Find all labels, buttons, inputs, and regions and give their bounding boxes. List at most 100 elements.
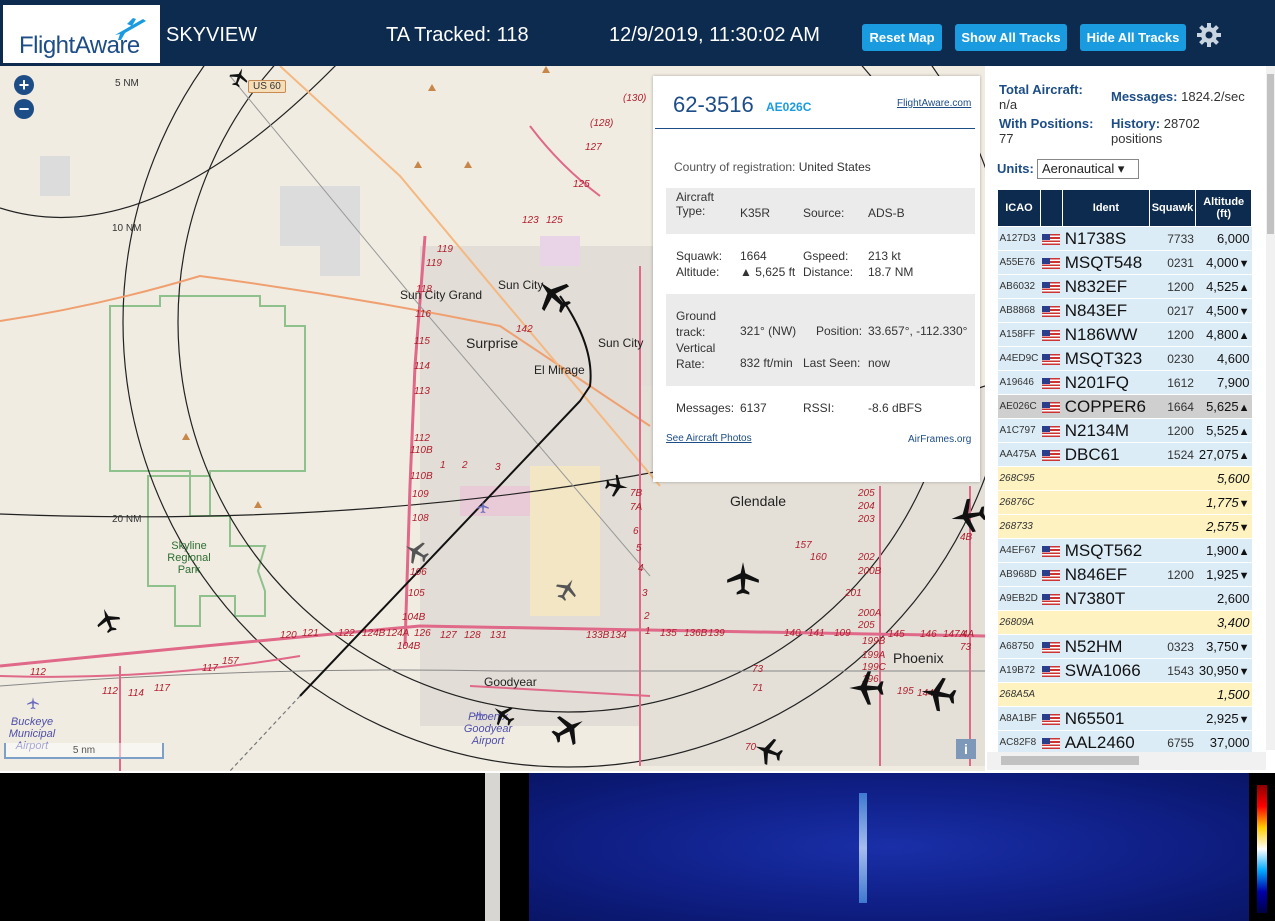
aircraft-icon[interactable] xyxy=(846,668,886,708)
table-row[interactable]: AC82F8 AAL2460 6755 37,000 xyxy=(997,730,1252,755)
table-row[interactable]: A55E76 MSQT548 0231 4,000▼ xyxy=(997,250,1252,275)
route-num: 5 xyxy=(636,543,642,554)
distance-value: 18.7 NM xyxy=(868,265,914,279)
cell-flag xyxy=(1040,394,1063,419)
table-row[interactable]: A1C797 N2134M 1200 5,525▲ xyxy=(997,418,1252,443)
cell-icao: A127D3 xyxy=(997,226,1041,251)
table-row[interactable]: 268733 2,575▼ xyxy=(997,514,1252,539)
table-row[interactable]: A158FF N186WW 1200 4,800▲ xyxy=(997,322,1252,347)
table-row[interactable]: A8A1BF N65501 2,925▼ xyxy=(997,706,1252,731)
aircraft-icon[interactable] xyxy=(228,66,250,88)
aircraft-icon-selected[interactable] xyxy=(532,274,574,316)
aircraft-icon[interactable] xyxy=(490,702,516,728)
altitude-trend-icon: ▲ xyxy=(1238,450,1250,462)
table-row[interactable]: A68750 N52HM 0323 3,750▼ xyxy=(997,634,1252,659)
col-squawk[interactable]: Squawk xyxy=(1148,189,1197,227)
flightaware-logo[interactable]: FlightAware xyxy=(3,5,160,63)
route-num: 112 xyxy=(30,667,46,678)
cell-icao: AA475A xyxy=(997,442,1041,467)
route-num: 141 xyxy=(808,628,825,639)
us-flag-icon xyxy=(1042,330,1061,342)
route-num: 1 xyxy=(440,460,446,471)
col-altitude[interactable]: Altitude (ft) xyxy=(1195,189,1252,227)
show-all-tracks-button[interactable]: Show All Tracks xyxy=(955,24,1067,51)
table-row[interactable]: A4ED9C MSQT323 0230 4,600 xyxy=(997,346,1252,371)
cell-altitude: 6,000 xyxy=(1195,226,1252,251)
airframes-link[interactable]: AirFrames.org xyxy=(908,434,971,445)
route-num: 104B xyxy=(402,612,426,623)
aircraft-icon[interactable] xyxy=(94,606,122,634)
aircraft-photos-link[interactable]: See Aircraft Photos xyxy=(666,433,752,444)
table-row[interactable]: A9EB2D N7380T 2,600 xyxy=(997,586,1252,611)
aircraft-icon[interactable] xyxy=(752,735,784,767)
units-select[interactable]: Aeronautical ▾ xyxy=(1037,159,1139,179)
popup-icao: AE026C xyxy=(766,100,812,114)
cell-squawk xyxy=(1149,610,1196,635)
cell-flag xyxy=(1040,514,1063,539)
horizontal-scroll-thumb[interactable] xyxy=(1001,756,1139,765)
route-num: 3 xyxy=(642,588,648,599)
vrate-label: Vertical Rate: xyxy=(676,341,716,371)
altitude-trend-icon: ▲ xyxy=(1238,330,1250,342)
rssi-value: -8.6 dBFS xyxy=(868,401,923,415)
col-icao[interactable]: ICAO xyxy=(997,189,1041,227)
table-row[interactable]: A4EF67 MSQT562 1,900▲ xyxy=(997,538,1252,563)
table-row[interactable]: 26809A 3,400 xyxy=(997,610,1252,635)
table-row[interactable]: AB6032 N832EF 1200 4,525▲ xyxy=(997,274,1252,299)
source-label: Source: xyxy=(803,206,845,220)
cell-ident: N201FQ xyxy=(1062,370,1150,395)
aircraft-icon[interactable] xyxy=(918,674,958,714)
table-row[interactable]: A19B72 SWA1066 1543 30,950▼ xyxy=(997,658,1252,683)
col-flag[interactable] xyxy=(1039,189,1064,227)
gear-icon[interactable] xyxy=(1196,22,1222,48)
aircraft-icon[interactable] xyxy=(554,576,580,602)
table-row[interactable]: 26876C 1,775▼ xyxy=(997,490,1252,515)
aircraft-icon[interactable] xyxy=(550,710,588,748)
aircraft-icon[interactable] xyxy=(604,473,630,499)
cell-ident xyxy=(1062,490,1150,515)
aircraft-icon[interactable] xyxy=(724,559,762,597)
cell-squawk xyxy=(1149,514,1196,539)
reset-map-button[interactable]: Reset Map xyxy=(862,24,942,51)
route-num: 140 xyxy=(784,628,801,639)
table-row[interactable]: AB968D N846EF 1200 1,925▼ xyxy=(997,562,1252,587)
route-num: 128 xyxy=(464,630,481,641)
cell-icao: A158FF xyxy=(997,322,1041,347)
cell-flag xyxy=(1040,586,1063,611)
zoom-out-button[interactable]: − xyxy=(14,99,34,119)
altitude-trend-icon: ▼ xyxy=(1238,570,1250,582)
aircraft-icon[interactable] xyxy=(948,496,985,536)
cell-ident: N186WW xyxy=(1062,322,1150,347)
altitude-value: 2,600 xyxy=(1216,591,1250,606)
route-num: 7B xyxy=(630,488,643,499)
table-row[interactable]: AE026C COPPER6 1664 5,625▲ xyxy=(997,394,1252,419)
altitude-value: 4,600 xyxy=(1216,351,1250,366)
us-flag-icon xyxy=(1042,234,1061,246)
city-glendale: Glendale xyxy=(730,493,787,509)
squawk-label: Squawk: xyxy=(676,249,723,263)
cell-flag xyxy=(1040,538,1063,563)
hide-all-tracks-button[interactable]: Hide All Tracks xyxy=(1080,24,1186,51)
cell-icao: A4EF67 xyxy=(997,538,1041,563)
vertical-scroll-thumb[interactable] xyxy=(1267,74,1274,234)
table-row[interactable]: A19646 N201FQ 1612 7,900 xyxy=(997,370,1252,395)
table-row[interactable]: 268C95 5,600 xyxy=(997,466,1252,491)
flightaware-link[interactable]: FlightAware.com xyxy=(897,98,971,109)
table-row[interactable]: AA475A DBC61 1524 27,075▲ xyxy=(997,442,1252,467)
cell-flag xyxy=(1040,346,1063,371)
city-surprise: Surprise xyxy=(466,335,519,351)
route-num: 201 xyxy=(845,588,862,599)
cell-ident: N2134M xyxy=(1062,418,1150,443)
table-row[interactable]: 268A5A 1,500 xyxy=(997,682,1252,707)
table-row[interactable]: A127D3 N1738S 7733 6,000 xyxy=(997,226,1252,251)
col-ident[interactable]: Ident xyxy=(1062,189,1150,227)
aircraft-icon[interactable] xyxy=(402,538,430,566)
table-row[interactable]: AB8868 N843EF 0217 4,500▼ xyxy=(997,298,1252,323)
info-button[interactable]: i xyxy=(956,739,976,759)
route-num: 133B xyxy=(586,630,610,641)
cell-ident: MSQT562 xyxy=(1062,538,1150,563)
zoom-in-button[interactable]: + xyxy=(14,75,34,95)
altitude-value: 5,525 xyxy=(1206,423,1239,438)
route-num: 114 xyxy=(414,361,430,372)
route-num: 124B xyxy=(362,628,386,639)
